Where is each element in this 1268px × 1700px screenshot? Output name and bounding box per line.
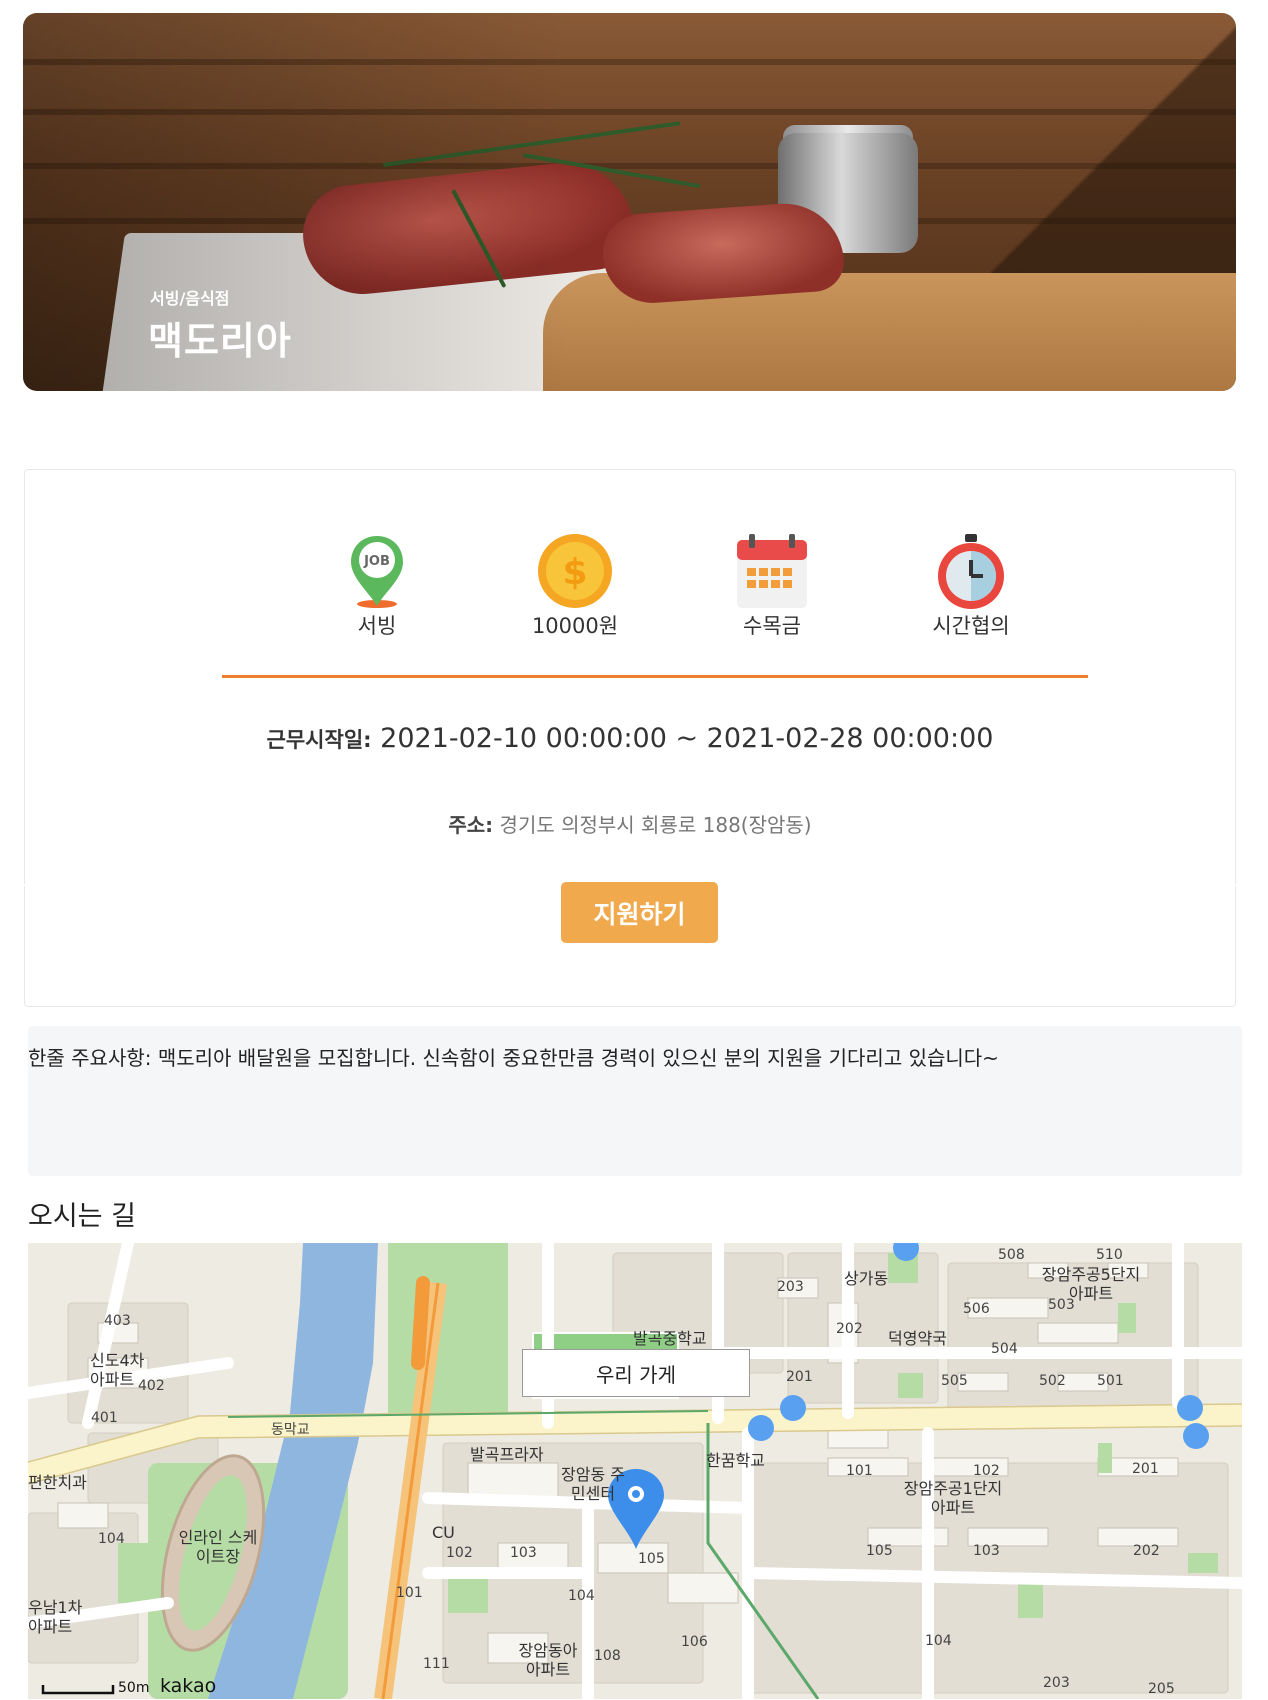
hero-banner: 서빙/음식점 맥도리아 (23, 13, 1236, 391)
map-scale-label: 50m (118, 1680, 150, 1696)
work-period: 근무시작일: 2021-02-10 00:00:00 ~ 2021-02-28 … (25, 723, 1235, 754)
map-label: 102 (446, 1545, 473, 1561)
map-label: 장암주공5단지 아파트 (1041, 1265, 1141, 1303)
map-label: 104 (98, 1531, 125, 1547)
map-label: 우남1차 아파트 (28, 1598, 83, 1636)
svg-text:JOB: JOB (363, 554, 390, 569)
summary-box: 한줄 주요사항: 맥도리아 배달원을 모집합니다. 신속함이 중요한만큼 경력이… (28, 1026, 1242, 1176)
map-label: 102 (973, 1463, 1000, 1479)
job-pin-icon: JOB (292, 532, 462, 610)
address-value: 경기도 의정부시 회룡로 188(장암동) (499, 813, 812, 837)
map-label: 505 (941, 1373, 968, 1389)
map-label: 510 (1096, 1247, 1123, 1263)
map-label: 103 (973, 1543, 1000, 1559)
map-label: 장암동 주민센터 (561, 1465, 625, 1503)
hours-label: 시간협의 (932, 614, 1010, 638)
map-label: 201 (1132, 1461, 1159, 1477)
wage-label: 10000원 (531, 614, 619, 638)
map-label: 111 (423, 1656, 450, 1672)
work-period-label: 근무시작일: (266, 728, 372, 752)
calendar-icon (687, 532, 857, 610)
svg-text:$: $ (562, 552, 587, 593)
store-name: 맥도리아 (148, 319, 292, 363)
coin-icon: $ (490, 532, 660, 610)
apply-button[interactable]: 지원하기 (561, 882, 718, 943)
map-label: 506 (963, 1301, 990, 1317)
map-label: 104 (568, 1588, 595, 1604)
map-label: 발곡중학교 (633, 1329, 707, 1348)
job-icons-row: JOB 서빙 $ 10000원 수목금 시간협의 (25, 532, 1235, 642)
map-label: 203 (777, 1279, 804, 1295)
map-label: 504 (991, 1341, 1018, 1357)
kakao-logo: kakao (160, 1675, 217, 1697)
map-label: 103 (510, 1545, 537, 1561)
map-label: 106 (681, 1634, 708, 1650)
section-divider (222, 675, 1088, 678)
map-label: 401 (91, 1410, 118, 1426)
map-label: 205 (1148, 1681, 1175, 1697)
map-label: 501 (1097, 1373, 1124, 1389)
map-label: 105 (638, 1551, 665, 1567)
map-label: 한꿈학교 (706, 1451, 765, 1470)
map-label: 인라인 스케이트장 (178, 1528, 258, 1566)
map-label: 덕영약국 (888, 1329, 947, 1348)
stopwatch-icon (886, 532, 1056, 610)
job-type-item: JOB 서빙 (292, 532, 462, 640)
map-label: 발곡프라자 (470, 1445, 544, 1464)
map-label: 402 (138, 1378, 165, 1394)
map-label: 403 (104, 1313, 131, 1329)
workdays-label: 수목금 (743, 614, 801, 638)
summary-text: 한줄 주요사항: 맥도리아 배달원을 모집합니다. 신속함이 중요한만큼 경력이… (28, 1046, 999, 1070)
map-label: 101 (396, 1585, 423, 1601)
address-label: 주소: (448, 813, 494, 837)
map-label: 108 (594, 1648, 621, 1664)
category-label: 서빙/음식점 (150, 289, 230, 308)
map-label: 203 (1043, 1675, 1070, 1691)
work-period-value: 2021-02-10 00:00:00 ~ 2021-02-28 00:00:0… (380, 723, 994, 754)
directions-title: 오시는 길 (28, 1201, 136, 1232)
job-info-card: JOB 서빙 $ 10000원 수목금 시간협의 근무시작일: 2021-02-… (24, 469, 1236, 1007)
map-label: 202 (836, 1321, 863, 1337)
map-label: 104 (925, 1633, 952, 1649)
map-label: 202 (1133, 1543, 1160, 1559)
job-type-label: 서빙 (357, 614, 397, 638)
map-label: 장암주공1단지 아파트 (903, 1479, 1003, 1517)
wage-item: $ 10000원 (490, 532, 660, 640)
workdays-item: 수목금 (687, 532, 857, 640)
map-label: 상가동 (844, 1269, 889, 1288)
map-label: 508 (998, 1247, 1025, 1263)
map-label: 201 (786, 1369, 813, 1385)
hours-item: 시간협의 (886, 532, 1056, 640)
store-marker-label: 우리 가게 (522, 1349, 750, 1397)
address: 주소: 경기도 의정부시 회룡로 188(장암동) (25, 809, 1235, 838)
map-view[interactable]: 403 신도4차 아파트 402 401 동막교 편한치과 104 인라인 스케… (28, 1243, 1242, 1699)
map-label: CU (432, 1523, 455, 1542)
map-label: 편한치과 (28, 1473, 87, 1492)
map-label: 101 (846, 1463, 873, 1479)
map-label: 502 (1039, 1373, 1066, 1389)
map-label: 105 (866, 1543, 893, 1559)
map-label: 동막교 (271, 1422, 310, 1438)
map-label: 장암동아 아파트 (518, 1641, 578, 1679)
